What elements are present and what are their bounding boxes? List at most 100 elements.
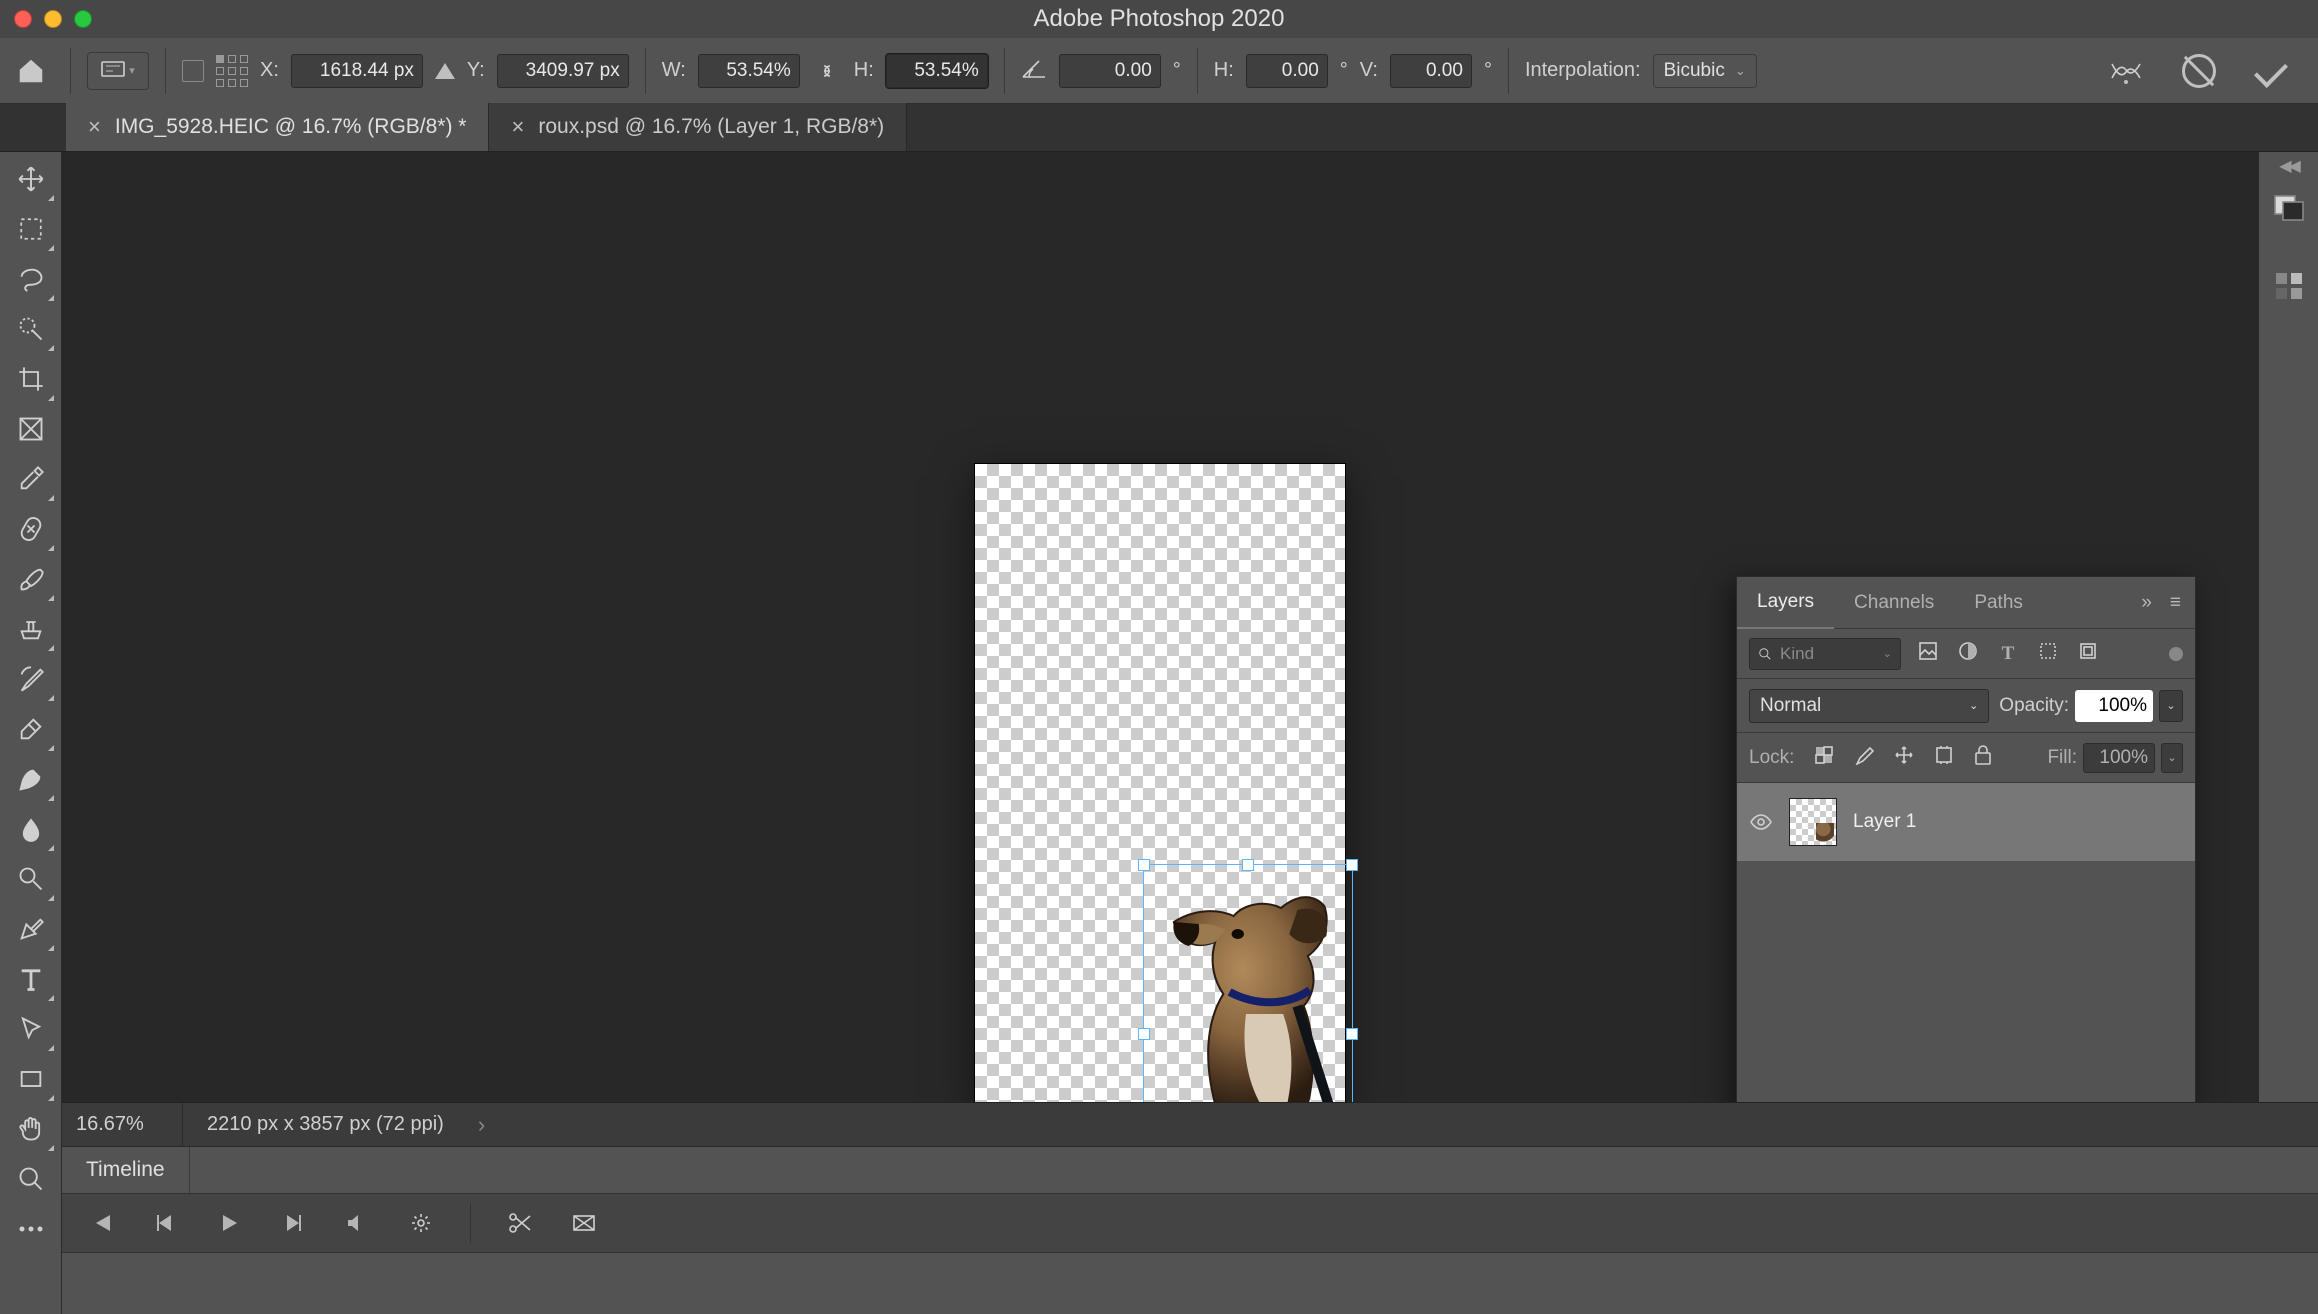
- lock-all-icon[interactable]: [1974, 745, 1992, 771]
- type-tool[interactable]: [5, 954, 57, 1004]
- window-titlebar: Adobe Photoshop 2020: [0, 0, 2318, 38]
- h-value-input[interactable]: 53.54%: [886, 54, 988, 88]
- filter-toggle-switch[interactable]: [2169, 647, 2183, 661]
- home-button[interactable]: [8, 48, 54, 94]
- fullscreen-window-button[interactable]: [74, 10, 92, 28]
- filter-pixel-icon[interactable]: [1915, 641, 1941, 667]
- tools-panel: [0, 152, 62, 1314]
- frame-tool[interactable]: [5, 404, 57, 454]
- blend-mode-select[interactable]: Normal ⌄: [1749, 689, 1989, 723]
- channels-tab[interactable]: Channels: [1834, 577, 1954, 628]
- w-value-input[interactable]: 53.54%: [698, 54, 800, 88]
- layer-visibility-icon[interactable]: [1749, 810, 1773, 834]
- lock-artboard-icon[interactable]: [1934, 745, 1954, 771]
- timeline-tab[interactable]: Timeline: [62, 1147, 190, 1193]
- timeline-settings-icon[interactable]: [406, 1208, 436, 1238]
- degree-2: °: [1340, 59, 1348, 82]
- warp-mode-icon[interactable]: [2110, 56, 2142, 86]
- marquee-tool[interactable]: [5, 204, 57, 254]
- skew-v-input[interactable]: 0.00: [1390, 54, 1472, 88]
- angle-value-input[interactable]: 0.00: [1059, 54, 1161, 88]
- color-panel-icon[interactable]: [2267, 186, 2311, 230]
- skew-v-label: V:: [1360, 59, 1378, 82]
- timeline-next-frame-icon[interactable]: [278, 1208, 308, 1238]
- toggle-reference-relative[interactable]: [182, 60, 204, 82]
- close-tab-icon[interactable]: ×: [511, 114, 524, 140]
- delta-icon[interactable]: [435, 63, 455, 79]
- document-dimensions[interactable]: 2210 px x 3857 px (72 ppi): [183, 1113, 468, 1136]
- skew-h-input[interactable]: 0.00: [1246, 54, 1328, 88]
- hand-tool[interactable]: [5, 1104, 57, 1154]
- healing-brush-tool[interactable]: [5, 504, 57, 554]
- blend-mode-value: Normal: [1760, 695, 1821, 717]
- zoom-tool[interactable]: [5, 1154, 57, 1204]
- minimize-window-button[interactable]: [44, 10, 62, 28]
- dodge-tool[interactable]: [5, 854, 57, 904]
- eraser-tool[interactable]: [5, 704, 57, 754]
- commit-transform-button[interactable]: [2254, 54, 2288, 88]
- lasso-tool[interactable]: [5, 254, 57, 304]
- brush-tool[interactable]: [5, 554, 57, 604]
- filter-adjustment-icon[interactable]: [1955, 641, 1981, 667]
- fill-dropdown-icon[interactable]: ⌄: [2161, 743, 2183, 773]
- timeline-split-icon[interactable]: [505, 1208, 535, 1238]
- interpolation-select[interactable]: Bicubic ⌄: [1653, 54, 1757, 88]
- expand-dock-icon[interactable]: ◀◀: [2279, 156, 2298, 176]
- x-label: X:: [260, 59, 279, 82]
- history-brush-tool[interactable]: [5, 654, 57, 704]
- filter-smartobject-icon[interactable]: [2075, 641, 2101, 667]
- lock-label: Lock:: [1749, 747, 1794, 769]
- opacity-dropdown-icon[interactable]: ⌄: [2159, 690, 2183, 722]
- y-value-input[interactable]: 3409.97 px: [497, 54, 629, 88]
- eyedropper-tool[interactable]: [5, 454, 57, 504]
- lock-transparency-icon[interactable]: [1814, 745, 1834, 771]
- link-aspect-button[interactable]: [812, 57, 842, 85]
- document-tab-active[interactable]: × IMG_5928.HEIC @ 16.7% (RGB/8*) *: [66, 103, 489, 151]
- interpolation-label: Interpolation:: [1525, 59, 1641, 82]
- clone-stamp-tool[interactable]: [5, 604, 57, 654]
- timeline-transition-icon[interactable]: [569, 1208, 599, 1238]
- paths-tab[interactable]: Paths: [1954, 577, 2043, 628]
- rectangle-tool[interactable]: [5, 1054, 57, 1104]
- degree-3: °: [1484, 59, 1492, 82]
- document-tabs: × IMG_5928.HEIC @ 16.7% (RGB/8*) * × rou…: [0, 104, 2318, 152]
- reference-point-grid[interactable]: [216, 55, 248, 87]
- filter-type-icon[interactable]: T: [1995, 643, 2021, 665]
- fill-value-input[interactable]: 100%: [2083, 743, 2155, 773]
- layer-filter-kind[interactable]: Kind ⌄: [1749, 638, 1901, 670]
- path-selection-tool[interactable]: [5, 1004, 57, 1054]
- app-title: Adobe Photoshop 2020: [0, 5, 2318, 33]
- layer-row[interactable]: Layer 1: [1737, 783, 2195, 861]
- move-tool[interactable]: [5, 154, 57, 204]
- close-window-button[interactable]: [14, 10, 32, 28]
- gradient-tool[interactable]: [5, 754, 57, 804]
- fill-label: Fill:: [2047, 747, 2077, 769]
- close-tab-icon[interactable]: ×: [88, 114, 101, 140]
- pen-tool[interactable]: [5, 904, 57, 954]
- filter-shape-icon[interactable]: [2035, 641, 2061, 667]
- panel-collapse-icon[interactable]: »: [2141, 592, 2152, 614]
- quick-selection-tool[interactable]: [5, 304, 57, 354]
- document-tab-inactive[interactable]: × roux.psd @ 16.7% (Layer 1, RGB/8*): [489, 103, 907, 151]
- cancel-transform-button[interactable]: [2182, 54, 2216, 88]
- status-more-icon[interactable]: ›: [468, 1112, 485, 1138]
- lock-position-icon[interactable]: [1894, 745, 1914, 771]
- swatches-panel-icon[interactable]: [2267, 264, 2311, 308]
- transform-tool-preset[interactable]: ▾: [87, 52, 149, 90]
- layers-tab[interactable]: Layers: [1737, 578, 1834, 629]
- x-value-input[interactable]: 1618.44 px: [291, 54, 423, 88]
- timeline-audio-icon[interactable]: [342, 1208, 372, 1238]
- layer-name[interactable]: Layer 1: [1853, 811, 1916, 833]
- edit-toolbar-button[interactable]: [5, 1204, 57, 1254]
- crop-tool[interactable]: [5, 354, 57, 404]
- opacity-value-input[interactable]: 100%: [2075, 690, 2153, 722]
- panel-menu-icon[interactable]: ≡: [2170, 592, 2181, 614]
- blur-tool[interactable]: [5, 804, 57, 854]
- zoom-level[interactable]: 16.67%: [62, 1113, 182, 1136]
- options-bar: ▾ X: 1618.44 px Y: 3409.97 px W: 53.54% …: [0, 38, 2318, 104]
- lock-image-icon[interactable]: [1854, 745, 1874, 771]
- timeline-play-icon[interactable]: [214, 1208, 244, 1238]
- timeline-prev-frame-icon[interactable]: [150, 1208, 180, 1238]
- timeline-first-frame-icon[interactable]: [86, 1208, 116, 1238]
- layer-thumbnail[interactable]: [1789, 798, 1837, 846]
